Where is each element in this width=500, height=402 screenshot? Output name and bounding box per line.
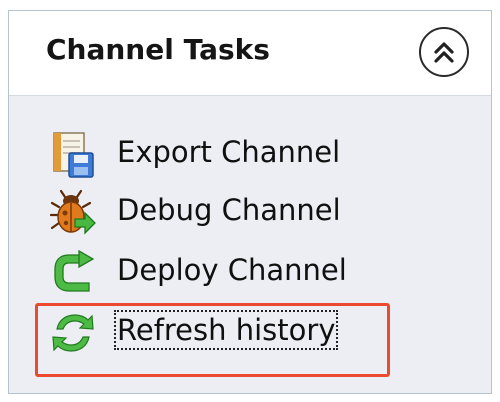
task-label: Export Channel	[117, 135, 341, 169]
export-channel-icon	[53, 132, 94, 178]
deploy-arrow-icon	[54, 249, 95, 292]
panel-title: Channel Tasks	[46, 33, 270, 66]
debug-bug-icon	[49, 189, 96, 235]
highlight-box	[35, 303, 390, 377]
channel-tasks-panel: Channel Tasks Export Channel Debug Chann…	[8, 10, 492, 394]
double-chevron-up-icon	[434, 42, 454, 63]
collapse-button[interactable]	[419, 27, 469, 77]
task-label: Deploy Channel	[117, 253, 347, 287]
panel-header: Channel Tasks	[9, 11, 491, 96]
task-label: Debug Channel	[117, 193, 341, 227]
